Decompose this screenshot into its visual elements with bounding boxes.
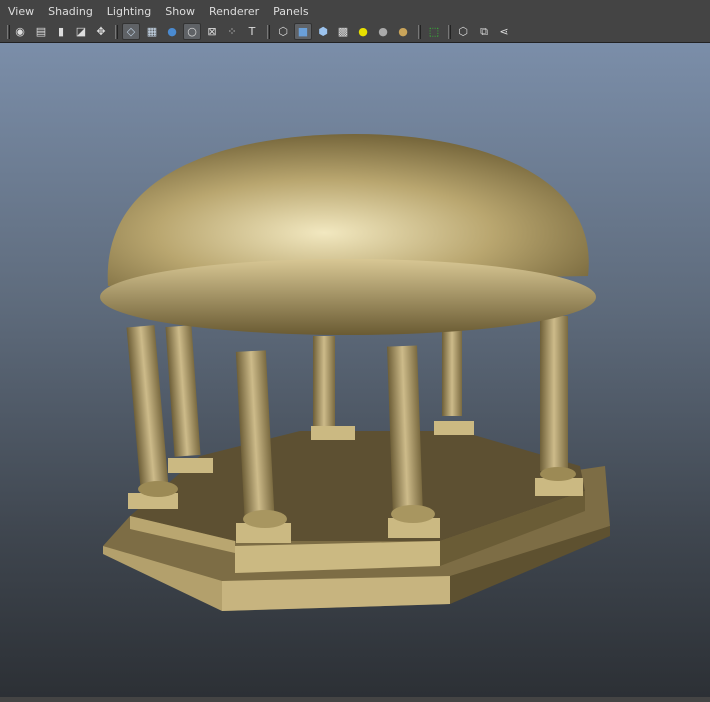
3d-viewport[interactable] — [0, 42, 710, 697]
menu-view[interactable]: View — [8, 5, 34, 18]
textured-icon[interactable]: ▩ — [334, 23, 352, 40]
toolbar-separator[interactable] — [115, 25, 118, 39]
menu-show[interactable]: Show — [165, 5, 195, 18]
toolbar-separator[interactable] — [267, 25, 270, 39]
dome-rim — [100, 259, 596, 335]
film-gate-icon[interactable]: ▦ — [143, 23, 161, 40]
wireframe-on-shaded-icon[interactable]: ⬢ — [314, 23, 332, 40]
use-all-lights-icon[interactable]: ● — [354, 23, 372, 40]
wireframe-icon[interactable]: ⬡ — [274, 23, 292, 40]
share-icon[interactable]: ⋖ — [495, 23, 513, 40]
xray-icon[interactable]: ⧉ — [475, 23, 493, 40]
toolbar-separator[interactable] — [7, 25, 10, 39]
menu-lighting[interactable]: Lighting — [107, 5, 151, 18]
image-plane-icon[interactable]: ◪ — [72, 23, 90, 40]
gazebo-model — [100, 134, 610, 611]
panel-toolbar: ◉ ▤ ▮ ◪ ✥ ◇ ▦ ● ○ ⊠ ⁘ T ⬡ ■ ⬢ ▩ ● ● ● ⬚ ⬡ ⧉ ⋖ — [0, 22, 710, 42]
high-quality-icon[interactable]: ● — [394, 23, 412, 40]
select-camera-icon[interactable]: ◉ — [11, 23, 29, 40]
safe-title-icon[interactable]: T — [243, 23, 261, 40]
menu-renderer[interactable]: Renderer — [209, 5, 259, 18]
toolbar-separator[interactable] — [418, 25, 421, 39]
camera-attributes-icon[interactable]: ▤ — [32, 23, 50, 40]
smooth-shade-icon[interactable]: ■ — [294, 23, 312, 40]
resolution-gate-icon[interactable]: ● — [163, 23, 181, 40]
shadows-icon[interactable]: ● — [374, 23, 392, 40]
menu-bar: View Shading Lighting Show Renderer Pane… — [0, 0, 710, 22]
menu-shading[interactable]: Shading — [48, 5, 93, 18]
menu-panels[interactable]: Panels — [273, 5, 308, 18]
toolbar-separator[interactable] — [448, 25, 451, 39]
field-chart-icon[interactable]: ⊠ — [203, 23, 221, 40]
bookmarks-icon[interactable]: ▮ — [52, 23, 70, 40]
select-highlight-icon[interactable]: ⬚ — [425, 23, 443, 40]
gate-mask-icon[interactable]: ○ — [183, 23, 201, 40]
safe-action-icon[interactable]: ⁘ — [223, 23, 241, 40]
2d-pan-zoom-icon[interactable]: ✥ — [92, 23, 110, 40]
grid-icon[interactable]: ◇ — [122, 23, 140, 40]
isolate-select-icon[interactable]: ⬡ — [454, 23, 472, 40]
